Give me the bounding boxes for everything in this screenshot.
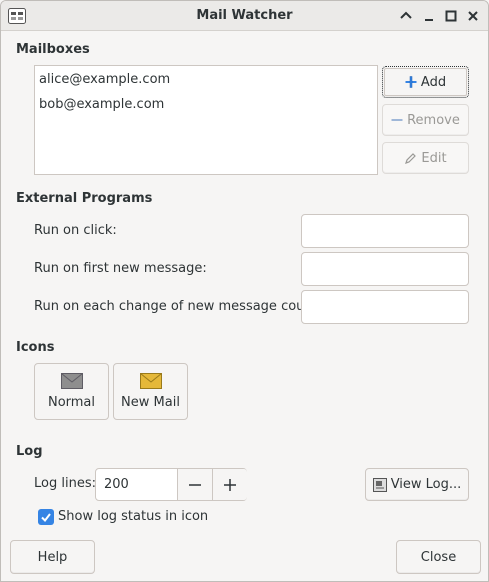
window-title: Mail Watcher xyxy=(196,8,293,23)
show-log-status-checkbox[interactable] xyxy=(38,509,54,525)
run-on-first-field[interactable] xyxy=(301,252,469,286)
run-on-first-label: Run on first new message: xyxy=(34,261,207,276)
minus-icon xyxy=(391,119,403,121)
chevron-up-icon[interactable] xyxy=(399,9,413,23)
decrement-button[interactable] xyxy=(177,469,212,500)
add-label: Add xyxy=(420,74,447,90)
pencil-icon xyxy=(405,152,417,164)
normal-icon-button[interactable]: Normal xyxy=(34,363,109,420)
log-lines-value[interactable]: 200 xyxy=(104,477,129,492)
view-log-label: View Log... xyxy=(390,477,462,492)
run-on-click-field[interactable] xyxy=(301,214,469,248)
envelope-icon xyxy=(60,373,83,389)
log-lines-label: Log lines: xyxy=(34,476,96,491)
log-viewer-icon xyxy=(372,477,387,492)
remove-label: Remove xyxy=(407,112,460,128)
view-log-button[interactable]: View Log... xyxy=(365,468,469,501)
help-label: Help xyxy=(37,549,68,565)
mailboxes-heading: Mailboxes xyxy=(16,42,90,57)
normal-label: Normal xyxy=(47,395,96,410)
close-label: Close xyxy=(420,549,457,565)
increment-button[interactable] xyxy=(212,469,247,500)
new-mail-label: New Mail xyxy=(121,395,180,410)
list-item[interactable]: bob@example.com xyxy=(39,97,164,112)
help-button[interactable]: Help xyxy=(10,540,95,574)
checkmark-icon xyxy=(41,513,51,523)
plus-icon xyxy=(224,478,236,491)
edit-label: Edit xyxy=(421,150,447,166)
plus-icon xyxy=(405,76,417,88)
close-icon[interactable] xyxy=(466,9,480,23)
list-item[interactable]: alice@example.com xyxy=(39,72,170,87)
run-on-change-field[interactable] xyxy=(301,290,469,324)
icons-heading: Icons xyxy=(16,340,55,355)
run-on-change-label: Run on each change of new message count: xyxy=(34,299,323,314)
minus-icon xyxy=(189,483,201,486)
log-lines-stepper[interactable]: 200 xyxy=(95,468,247,501)
titlebar: Mail Watcher xyxy=(1,1,488,31)
close-button[interactable]: Close xyxy=(396,540,481,574)
external-programs-heading: External Programs xyxy=(16,191,153,206)
run-on-click-label: Run on click: xyxy=(34,223,117,238)
log-heading: Log xyxy=(16,444,43,459)
add-button[interactable]: Add xyxy=(382,66,469,98)
new-mail-icon-button[interactable]: New Mail xyxy=(113,363,188,420)
envelope-new-mail-icon xyxy=(139,373,162,389)
mail-watcher-window: Mail Watcher Mailboxes alice@example.com… xyxy=(0,0,489,582)
edit-button[interactable]: Edit xyxy=(382,142,469,174)
mailbox-list[interactable]: alice@example.com bob@example.com xyxy=(34,65,378,175)
minimize-icon[interactable] xyxy=(422,9,436,23)
remove-button[interactable]: Remove xyxy=(382,104,469,136)
maximize-icon[interactable] xyxy=(444,9,458,23)
show-log-status-label[interactable]: Show log status in icon xyxy=(58,509,208,524)
